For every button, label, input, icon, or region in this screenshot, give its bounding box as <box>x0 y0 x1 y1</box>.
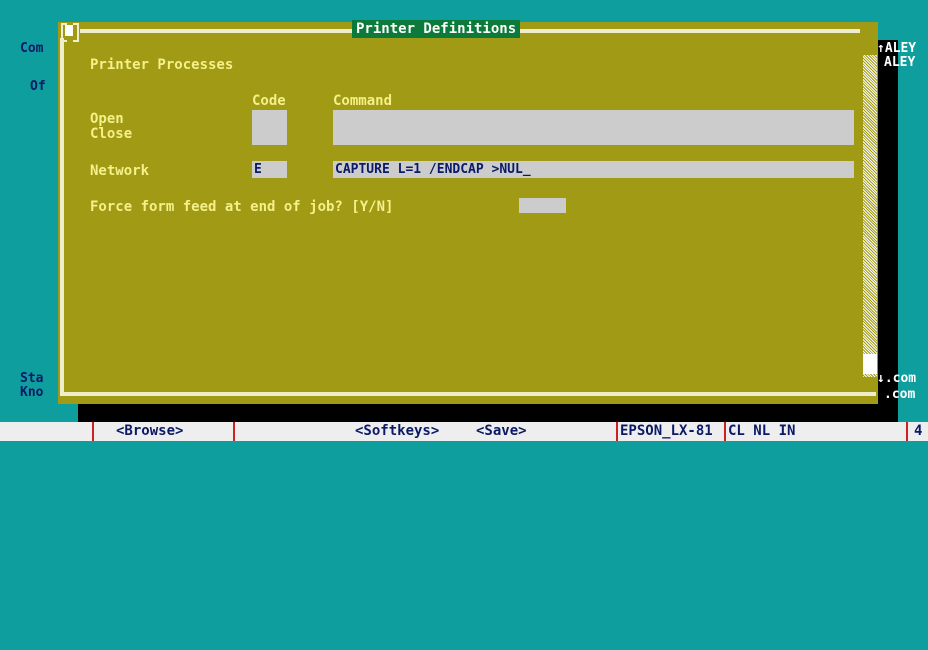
close-label: Close <box>90 126 133 142</box>
bg-text-left-2: Of <box>30 79 46 94</box>
scroll-up-arrow-icon[interactable]: ↑ <box>877 41 885 56</box>
dialog-frame-left <box>60 30 64 396</box>
bg-text-left-1: Com <box>20 41 44 56</box>
status-modes: CL NL IN <box>728 423 796 439</box>
bg-text-right-1: ↑ALEY <box>877 41 917 56</box>
network-code-field[interactable]: E <box>252 161 287 178</box>
status-separator <box>233 422 235 441</box>
browse-softkey[interactable]: <Browse> <box>116 422 183 441</box>
force-form-feed-field[interactable] <box>519 198 566 213</box>
open-label: Open <box>90 111 124 127</box>
close-box-bracket-right <box>73 23 79 42</box>
softkeys-softkey[interactable]: <Softkeys> <box>355 422 439 441</box>
scroll-down-arrow-icon[interactable]: ↓ <box>877 371 885 386</box>
bg-text-left-3: Sta <box>20 371 44 386</box>
printer-name: EPSON_LX-81 <box>620 423 713 439</box>
close-box-bracket-left <box>61 23 67 42</box>
bg-text-left-4: Kno <box>20 385 44 400</box>
network-command-field[interactable]: CAPTURE L=1 /ENDCAP >NUL_ <box>333 161 854 178</box>
dialog-shadow-bottom <box>78 404 898 422</box>
dialog-frame-bottom <box>60 392 876 396</box>
status-separator <box>92 422 94 441</box>
network-label: Network <box>90 163 150 179</box>
dialog-title: Printer Definitions <box>352 20 521 38</box>
dialog-shadow-right <box>878 40 898 422</box>
column-header-command: Command <box>333 93 393 109</box>
scrollbar-thumb[interactable] <box>863 354 877 374</box>
status-bar: <Browse> <Softkeys> <Save> EPSON_LX-81 C… <box>0 422 928 441</box>
close-box[interactable] <box>60 22 80 42</box>
status-separator <box>906 422 908 441</box>
open-close-code-field[interactable] <box>252 110 287 145</box>
status-edge-text: 4 <box>914 423 923 439</box>
bg-text-right-3: ↓.com <box>877 371 917 386</box>
vertical-scrollbar[interactable] <box>863 55 877 377</box>
column-header-code: Code <box>252 93 286 109</box>
save-softkey[interactable]: <Save> <box>476 422 527 441</box>
section-heading: Printer Processes <box>90 57 234 73</box>
force-form-feed-label: Force form feed at end of job? [Y/N] <box>90 199 394 215</box>
bg-text-right-4: .com <box>884 387 916 402</box>
open-close-command-field[interactable] <box>333 110 854 145</box>
status-separator <box>616 422 618 441</box>
status-separator <box>724 422 726 441</box>
bg-text-right-2: ALEY <box>884 55 916 70</box>
text-cursor: _ <box>522 162 531 177</box>
